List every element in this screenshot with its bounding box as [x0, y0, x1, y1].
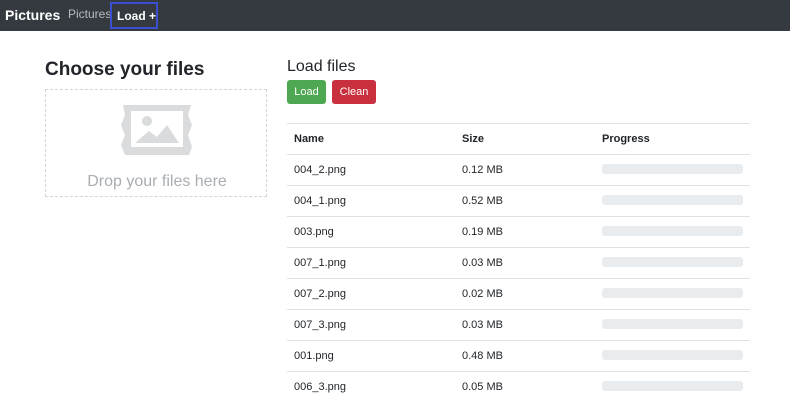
files-table: Name Size Progress 004_2.png 0.12 MB 004_1…	[287, 123, 750, 402]
file-size: 0.12 MB	[462, 164, 503, 176]
file-size: 0.02 MB	[462, 288, 503, 300]
file-name: 003.png	[294, 226, 334, 238]
drop-hint: Drop your files here	[87, 173, 227, 190]
column-header-progress: Progress	[602, 133, 650, 145]
table-row: 004_2.png 0.12 MB	[287, 154, 750, 185]
progress-bar	[602, 226, 743, 236]
table-row: 001.png 0.48 MB	[287, 340, 750, 371]
progress-bar	[602, 350, 743, 360]
nav-link-load[interactable]: Load +	[110, 2, 158, 29]
file-size: 0.03 MB	[462, 257, 503, 269]
navbar: Pictures Pictures Load +	[0, 0, 790, 31]
file-name: 004_2.png	[294, 164, 346, 176]
table-row: 007_1.png 0.03 MB	[287, 247, 750, 278]
table-row: 006_3.png 0.05 MB	[287, 371, 750, 402]
choose-files-title: Choose your files	[45, 59, 205, 80]
table-row: 007_2.png 0.02 MB	[287, 278, 750, 309]
file-size: 0.52 MB	[462, 195, 503, 207]
progress-bar	[602, 381, 743, 391]
load-button[interactable]: Load	[287, 80, 326, 104]
file-name: 001.png	[294, 350, 334, 362]
file-size: 0.05 MB	[462, 381, 503, 393]
file-name: 007_3.png	[294, 319, 346, 331]
progress-bar	[602, 164, 743, 174]
nav-link-pictures[interactable]: Pictures	[68, 6, 111, 22]
image-icon	[121, 105, 192, 155]
progress-bar	[602, 288, 743, 298]
column-header-size: Size	[462, 133, 485, 145]
load-files-title: Load files	[287, 58, 356, 75]
progress-bar	[602, 319, 743, 329]
file-size: 0.48 MB	[462, 350, 503, 362]
file-size: 0.19 MB	[462, 226, 503, 238]
file-size: 0.03 MB	[462, 319, 503, 331]
file-name: 007_2.png	[294, 288, 346, 300]
table-row: 007_3.png 0.03 MB	[287, 309, 750, 340]
progress-bar	[602, 257, 743, 267]
file-dropzone[interactable]: Drop your files here	[45, 89, 267, 197]
clean-button[interactable]: Clean	[332, 80, 376, 104]
file-name: 007_1.png	[294, 257, 346, 269]
progress-bar	[602, 195, 743, 205]
file-name: 006_3.png	[294, 381, 346, 393]
table-row: 004_1.png 0.52 MB	[287, 185, 750, 216]
file-name: 004_1.png	[294, 195, 346, 207]
navbar-brand[interactable]: Pictures	[5, 6, 60, 24]
table-header: Name Size Progress	[287, 123, 750, 154]
table-row: 003.png 0.19 MB	[287, 216, 750, 247]
column-header-name: Name	[294, 133, 324, 145]
